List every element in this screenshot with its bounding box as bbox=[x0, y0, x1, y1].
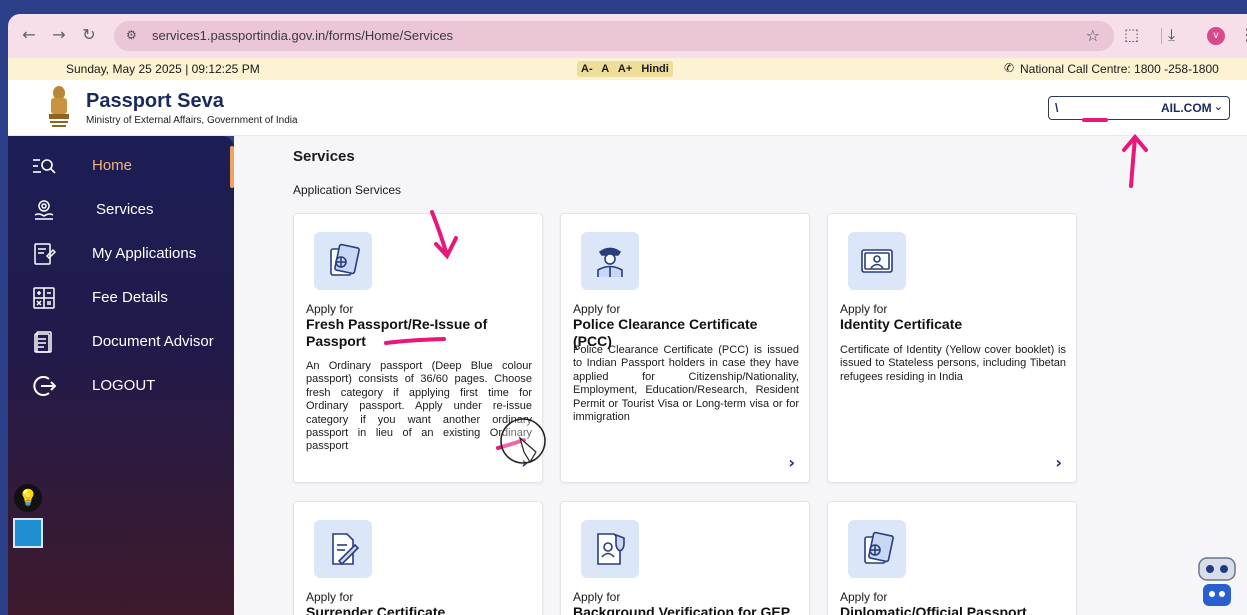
annotation-overlay bbox=[384, 118, 1148, 464]
pointer-cursor-icon bbox=[500, 418, 546, 464]
annotation-arrow-up bbox=[1122, 133, 1148, 188]
annotation-underline-title bbox=[384, 337, 446, 345]
annotation-arrow-down bbox=[430, 210, 458, 260]
chatbot-robot-icon[interactable] bbox=[1193, 552, 1241, 612]
